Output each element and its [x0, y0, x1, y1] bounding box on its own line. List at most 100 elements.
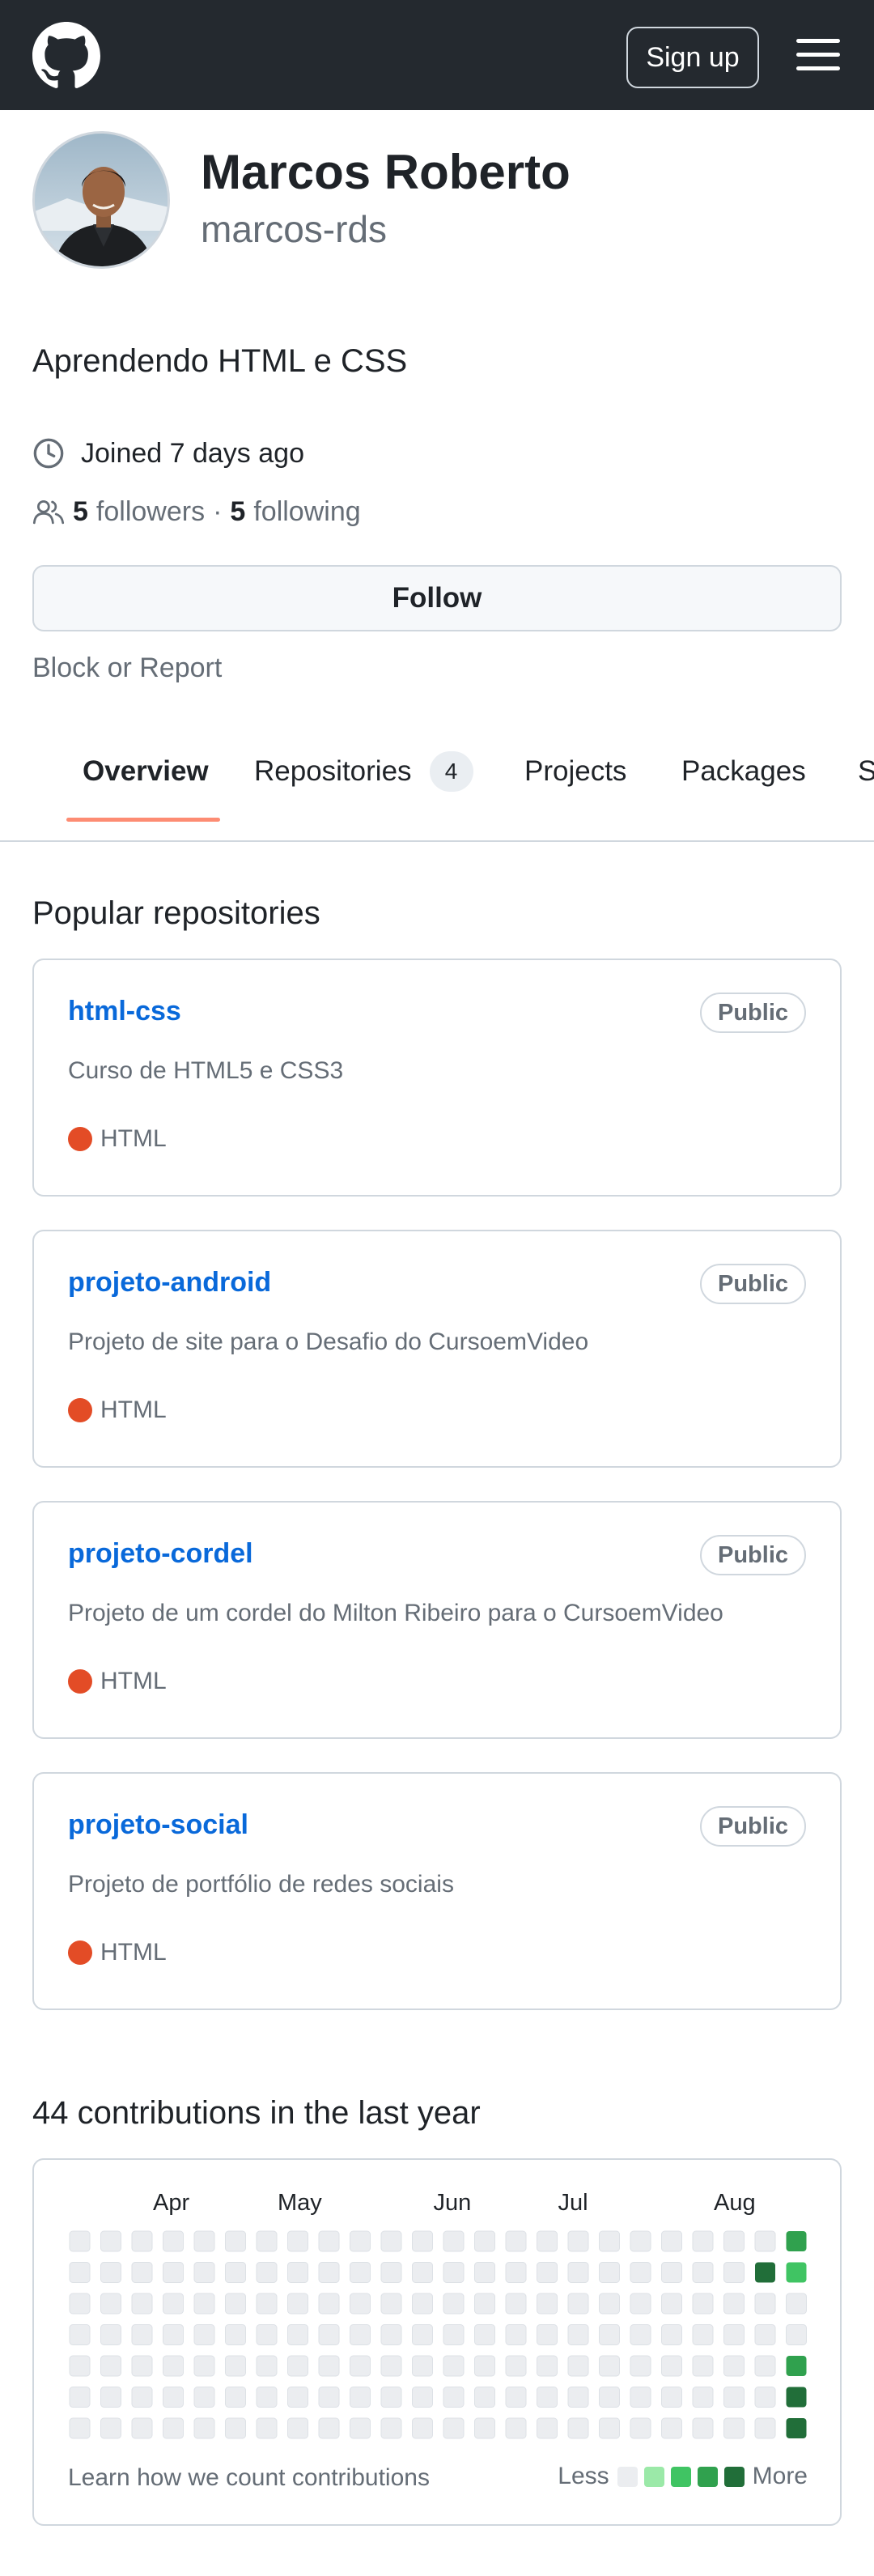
contribution-day[interactable]	[131, 2324, 153, 2345]
contribution-day[interactable]	[69, 2324, 91, 2345]
contribution-day[interactable]	[287, 2293, 308, 2315]
contribution-day[interactable]	[225, 2262, 246, 2283]
contribution-day[interactable]	[318, 2293, 340, 2315]
follow-button[interactable]: Follow	[32, 565, 842, 631]
contribution-day[interactable]	[443, 2355, 465, 2377]
contribution-day[interactable]	[692, 2262, 714, 2283]
contribution-day[interactable]	[567, 2293, 589, 2315]
contribution-day[interactable]	[225, 2417, 246, 2439]
contribution-day[interactable]	[661, 2417, 682, 2439]
contribution-day[interactable]	[692, 2355, 714, 2377]
contribution-day[interactable]	[193, 2262, 215, 2283]
contribution-day[interactable]	[661, 2355, 682, 2377]
contribution-day[interactable]	[537, 2355, 558, 2377]
github-icon[interactable]	[32, 22, 100, 90]
contribution-day[interactable]	[786, 2356, 807, 2376]
contribution-day[interactable]	[131, 2262, 153, 2283]
contribution-day[interactable]	[537, 2417, 558, 2439]
contribution-day[interactable]	[661, 2324, 682, 2345]
contribution-day[interactable]	[193, 2324, 215, 2345]
contribution-day[interactable]	[474, 2230, 495, 2252]
contribution-day[interactable]	[318, 2417, 340, 2439]
contribution-day[interactable]	[723, 2355, 745, 2377]
contribution-day[interactable]	[287, 2262, 308, 2283]
contribution-day[interactable]	[350, 2230, 371, 2252]
contribution-day[interactable]	[505, 2324, 527, 2345]
contribution-day[interactable]	[474, 2387, 495, 2408]
contribution-day[interactable]	[69, 2262, 91, 2283]
following-link[interactable]: 5 following	[230, 496, 360, 528]
contribution-day[interactable]	[474, 2355, 495, 2377]
contribution-day[interactable]	[193, 2230, 215, 2252]
contribution-day[interactable]	[163, 2230, 184, 2252]
contribution-day[interactable]	[505, 2417, 527, 2439]
contribution-day[interactable]	[100, 2230, 121, 2252]
contribution-day[interactable]	[69, 2230, 91, 2252]
contribution-day[interactable]	[567, 2230, 589, 2252]
contribution-day[interactable]	[225, 2324, 246, 2345]
contribution-day[interactable]	[786, 2231, 807, 2251]
contribution-day[interactable]	[786, 2324, 807, 2345]
contribution-day[interactable]	[412, 2324, 433, 2345]
contribution-day[interactable]	[661, 2387, 682, 2408]
contribution-day[interactable]	[723, 2230, 745, 2252]
contribution-day[interactable]	[567, 2417, 589, 2439]
contribution-day[interactable]	[443, 2293, 465, 2315]
contribution-day[interactable]	[256, 2324, 278, 2345]
learn-contributions-link[interactable]: Learn how we count contributions	[68, 2464, 430, 2492]
contribution-day[interactable]	[630, 2262, 651, 2283]
contribution-day[interactable]	[599, 2262, 620, 2283]
contribution-day[interactable]	[256, 2230, 278, 2252]
contribution-day[interactable]	[537, 2387, 558, 2408]
contribution-day[interactable]	[163, 2262, 184, 2283]
contribution-day[interactable]	[630, 2230, 651, 2252]
contribution-day[interactable]	[131, 2230, 153, 2252]
contribution-day[interactable]	[567, 2387, 589, 2408]
contribution-day[interactable]	[723, 2293, 745, 2315]
block-or-report-link[interactable]: Block or Report	[32, 653, 222, 684]
contribution-day[interactable]	[256, 2355, 278, 2377]
contribution-day[interactable]	[256, 2417, 278, 2439]
contribution-day[interactable]	[537, 2230, 558, 2252]
contribution-day[interactable]	[692, 2324, 714, 2345]
contribution-day[interactable]	[599, 2324, 620, 2345]
contribution-day[interactable]	[318, 2355, 340, 2377]
contribution-day[interactable]	[225, 2293, 246, 2315]
contribution-day[interactable]	[100, 2262, 121, 2283]
contribution-day[interactable]	[661, 2293, 682, 2315]
contribution-day[interactable]	[723, 2387, 745, 2408]
contribution-day[interactable]	[474, 2262, 495, 2283]
contribution-day[interactable]	[505, 2230, 527, 2252]
contribution-day[interactable]	[193, 2355, 215, 2377]
tab-projects[interactable]: Projects	[524, 751, 626, 792]
contribution-day[interactable]	[100, 2324, 121, 2345]
contribution-day[interactable]	[318, 2324, 340, 2345]
contribution-day[interactable]	[318, 2262, 340, 2283]
contribution-day[interactable]	[131, 2293, 153, 2315]
contribution-day[interactable]	[692, 2293, 714, 2315]
contribution-day[interactable]	[287, 2324, 308, 2345]
contribution-day[interactable]	[256, 2387, 278, 2408]
contribution-day[interactable]	[630, 2387, 651, 2408]
contribution-day[interactable]	[537, 2293, 558, 2315]
contribution-day[interactable]	[692, 2417, 714, 2439]
contribution-day[interactable]	[69, 2293, 91, 2315]
contribution-day[interactable]	[599, 2355, 620, 2377]
contribution-day[interactable]	[69, 2355, 91, 2377]
contribution-day[interactable]	[412, 2355, 433, 2377]
contribution-day[interactable]	[630, 2417, 651, 2439]
contribution-day[interactable]	[599, 2417, 620, 2439]
contribution-day[interactable]	[287, 2355, 308, 2377]
followers-link[interactable]: 5 followers	[73, 496, 205, 528]
contribution-day[interactable]	[599, 2293, 620, 2315]
contribution-day[interactable]	[350, 2262, 371, 2283]
contribution-day[interactable]	[754, 2324, 776, 2345]
contribution-day[interactable]	[443, 2262, 465, 2283]
tab-stars[interactable]: S	[858, 751, 874, 792]
contribution-day[interactable]	[754, 2355, 776, 2377]
contribution-day[interactable]	[567, 2355, 589, 2377]
contribution-day[interactable]	[786, 2418, 807, 2438]
contribution-day[interactable]	[350, 2293, 371, 2315]
contribution-day[interactable]	[630, 2355, 651, 2377]
contribution-day[interactable]	[412, 2230, 433, 2252]
